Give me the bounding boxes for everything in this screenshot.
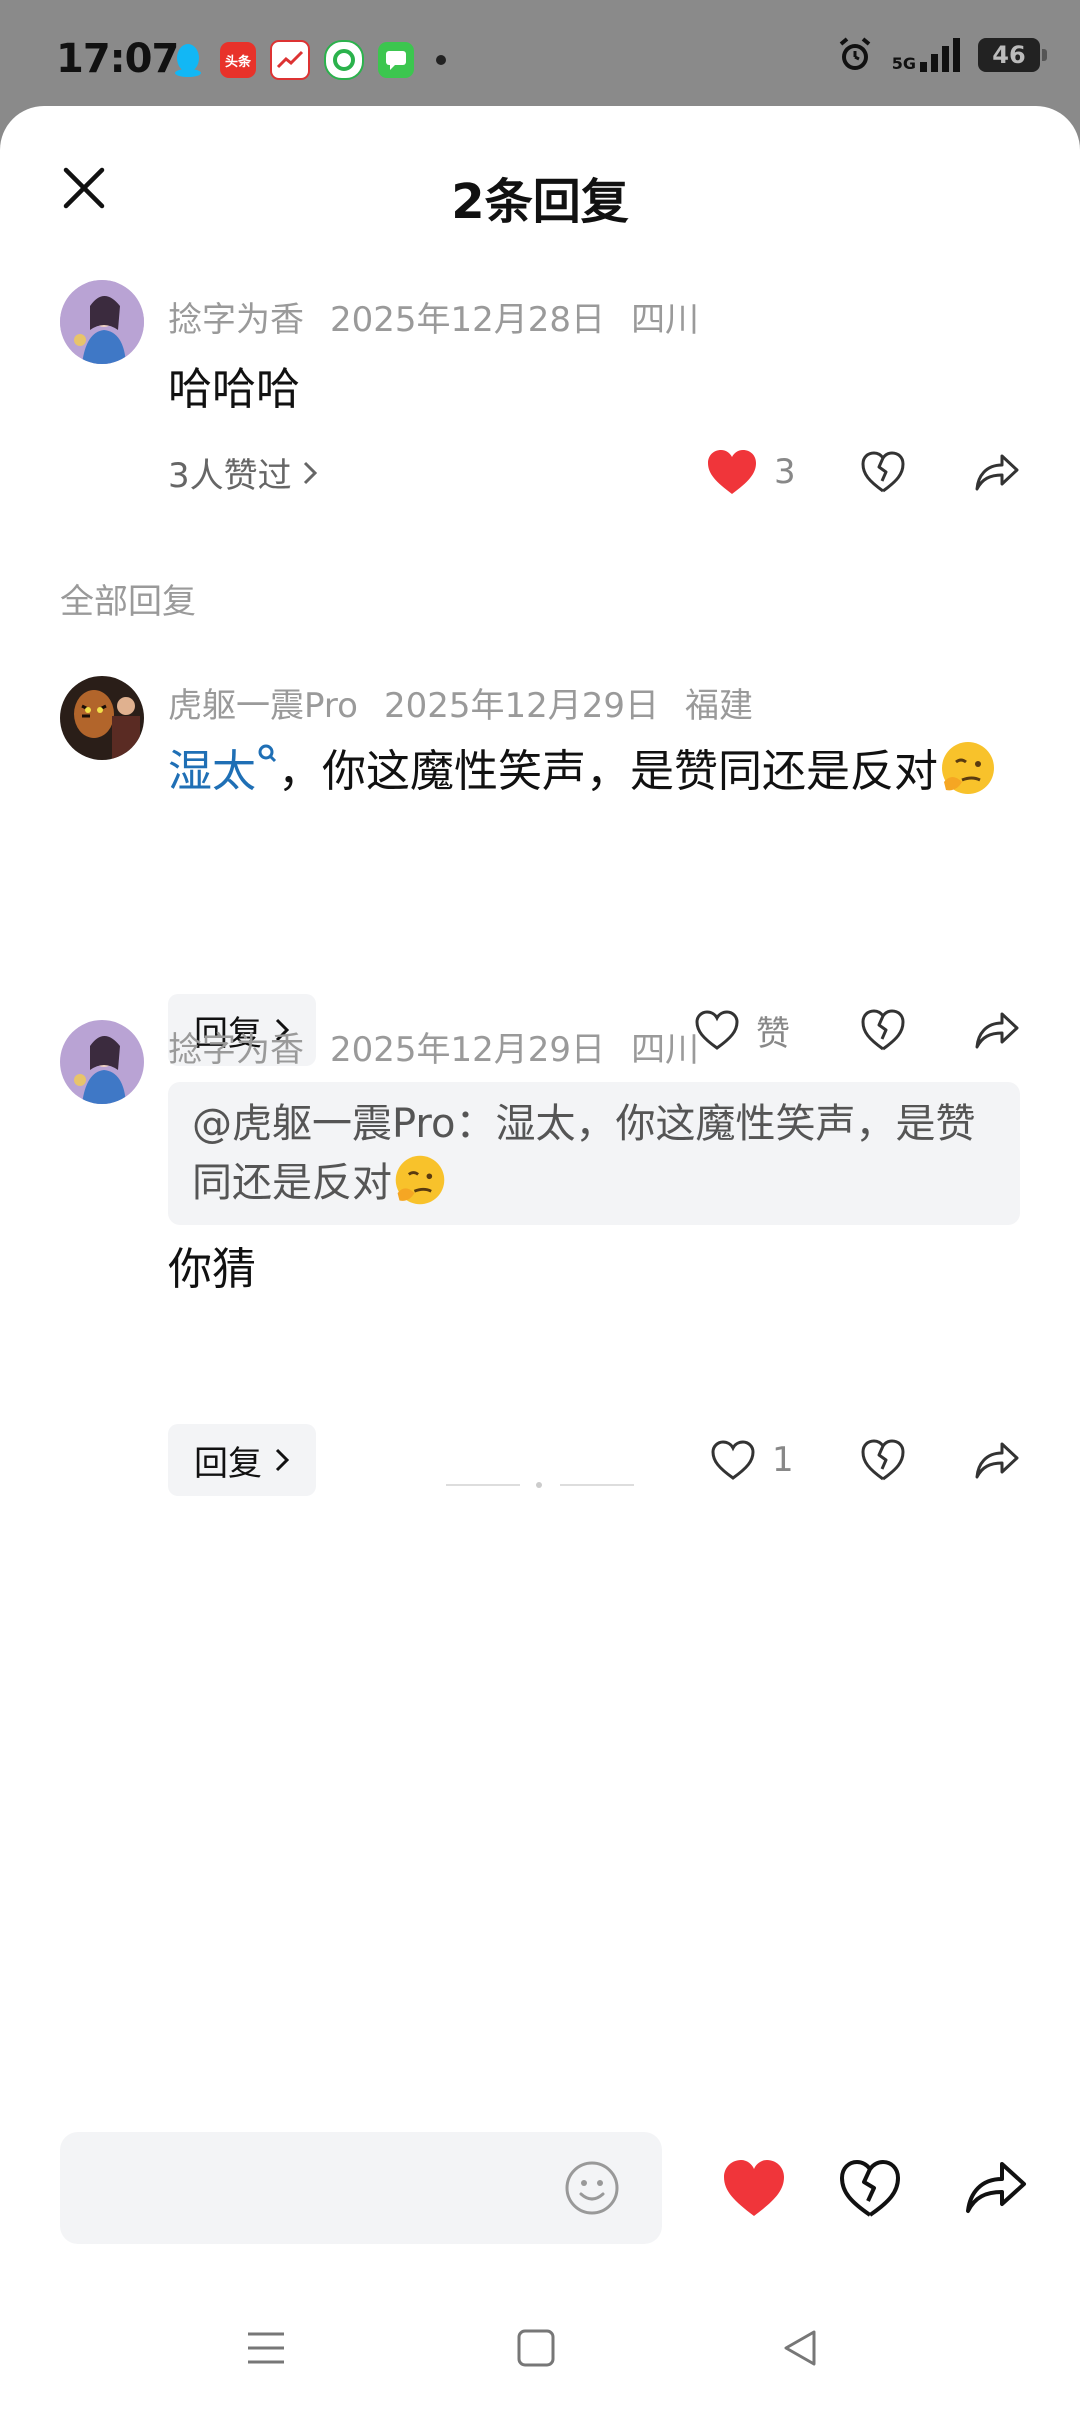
share-button[interactable] xyxy=(974,1000,1020,1060)
share-icon xyxy=(975,454,1019,491)
signal-icon xyxy=(920,38,960,72)
status-bar: 17:07 头条 5G 46 xyxy=(0,0,1080,110)
system-indicators: 5G 46 xyxy=(836,36,1047,74)
end-of-list-divider xyxy=(446,1480,634,1490)
reply-actions: 1 xyxy=(690,1430,1030,1490)
heart-filled-icon xyxy=(708,450,756,494)
dislike-button[interactable] xyxy=(860,1000,906,1060)
like-button[interactable]: 1 xyxy=(710,1430,794,1490)
quoted-reply[interactable]: @虎躯一震Pro：湿太，你这魔性笑声，是赞同还是反对 xyxy=(168,1082,1020,1225)
avatar[interactable] xyxy=(60,1020,144,1104)
qq-icon xyxy=(170,42,206,78)
messages-icon xyxy=(378,42,414,78)
more-notifications-dot xyxy=(436,55,446,65)
mention-link[interactable]: 湿太 xyxy=(168,744,278,797)
author-name[interactable]: 虎躯一震Pro xyxy=(168,686,358,726)
comment-meta: 虎躯一震Pro 2025年12月29日 福建 xyxy=(168,678,779,727)
replies-sheet: 2条回复 捻字为香 2025年12月28日 四川 哈哈哈 3人赞过 3 全部回复… xyxy=(0,106,1080,2412)
comment-date: 2025年12月29日 xyxy=(330,1030,606,1070)
app-360-icon xyxy=(324,40,364,80)
reply-actions: 赞 xyxy=(690,1000,1030,1060)
home-icon[interactable] xyxy=(514,2326,558,2370)
menu-icon[interactable] xyxy=(244,2326,288,2370)
network-type: 5G xyxy=(891,54,916,73)
heart-outline-icon xyxy=(711,1440,755,1480)
broken-heart-icon xyxy=(861,1439,905,1481)
like-label: 赞 xyxy=(756,1013,790,1054)
comment-location: 福建 xyxy=(685,686,754,726)
share-icon xyxy=(975,1012,1019,1049)
dislike-button[interactable] xyxy=(860,1430,906,1490)
comment-text: 哈哈哈 xyxy=(168,364,300,415)
comment-date: 2025年12月28日 xyxy=(330,300,606,340)
avatar[interactable] xyxy=(60,280,144,364)
comment-actions: 3 xyxy=(690,442,1030,502)
comment-meta: 捻字为香 2025年12月29日 四川 xyxy=(168,1022,725,1071)
author-name[interactable]: 捻字为香 xyxy=(168,1030,304,1070)
likers-link[interactable]: 3人赞过 xyxy=(168,448,318,497)
system-nav-bar xyxy=(0,2300,1080,2412)
comment-input[interactable] xyxy=(60,2132,662,2244)
broken-heart-icon xyxy=(861,451,905,493)
share-button[interactable] xyxy=(974,442,1020,502)
battery-icon: 46 xyxy=(978,38,1047,72)
like-button[interactable]: 3 xyxy=(706,442,796,502)
reply-text: 你猜 xyxy=(168,1244,256,1295)
like-filled-button[interactable] xyxy=(722,2156,786,2220)
like-count: 1 xyxy=(772,1440,794,1480)
broken-heart-button[interactable] xyxy=(838,2156,902,2220)
comment-date: 2025年12月29日 xyxy=(383,686,660,726)
stocks-icon xyxy=(270,40,310,80)
comment-location: 四川 xyxy=(631,300,700,340)
thinking-emoji-icon xyxy=(395,1155,445,1205)
back-icon[interactable] xyxy=(778,2326,822,2370)
share-icon xyxy=(975,1442,1019,1479)
notification-icons: 头条 xyxy=(170,40,446,80)
emoji-icon[interactable] xyxy=(564,2160,620,2216)
share-button[interactable] xyxy=(974,1430,1020,1490)
comment-meta: 捻字为香 2025年12月28日 四川 xyxy=(168,292,725,341)
reply-button[interactable]: 回复 xyxy=(168,1424,316,1496)
broken-heart-icon xyxy=(861,1009,905,1051)
author-name[interactable]: 捻字为香 xyxy=(168,300,304,340)
section-label: 全部回复 xyxy=(60,582,196,622)
status-time: 17:07 xyxy=(56,36,179,82)
share-button[interactable] xyxy=(964,2156,1028,2220)
alarm-icon xyxy=(839,37,871,70)
dislike-button[interactable] xyxy=(860,442,906,502)
comment-location: 四川 xyxy=(631,1030,700,1070)
like-count: 3 xyxy=(774,452,796,492)
thinking-emoji-icon xyxy=(942,742,994,794)
chevron-right-icon xyxy=(303,461,317,484)
chevron-right-icon xyxy=(275,1448,290,1472)
search-icon xyxy=(258,744,277,763)
toutiao-icon: 头条 xyxy=(220,42,256,78)
sheet-title: 2条回复 xyxy=(451,174,629,230)
avatar[interactable] xyxy=(60,676,144,760)
reply-text: 湿太 ，你这魔性笑声，是赞同还是反对 xyxy=(168,738,1020,806)
